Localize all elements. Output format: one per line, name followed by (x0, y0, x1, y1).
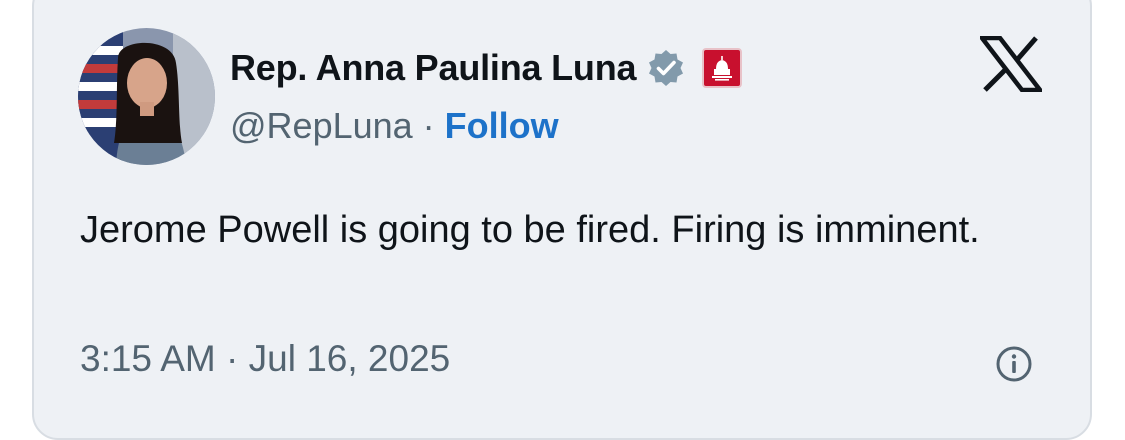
author-avatar[interactable] (78, 28, 215, 165)
author-handle[interactable]: @RepLuna (230, 105, 413, 147)
info-icon[interactable] (994, 344, 1034, 384)
author-handle-row: @RepLuna · Follow (230, 104, 559, 148)
tweet-timestamp[interactable]: 3:15 AM · Jul 16, 2025 (80, 338, 450, 380)
separator-dot: · (422, 105, 435, 146)
tweet-text: Jerome Powell is going to be fired. Firi… (80, 209, 980, 251)
author-name-row: Rep. Anna Paulina Luna (230, 44, 743, 92)
verified-badge-icon (649, 50, 684, 86)
author-name[interactable]: Rep. Anna Paulina Luna (230, 47, 637, 89)
follow-button[interactable]: Follow (445, 105, 559, 147)
house-gop-affiliation-icon[interactable] (702, 48, 743, 88)
x-logo-icon[interactable] (980, 36, 1042, 92)
